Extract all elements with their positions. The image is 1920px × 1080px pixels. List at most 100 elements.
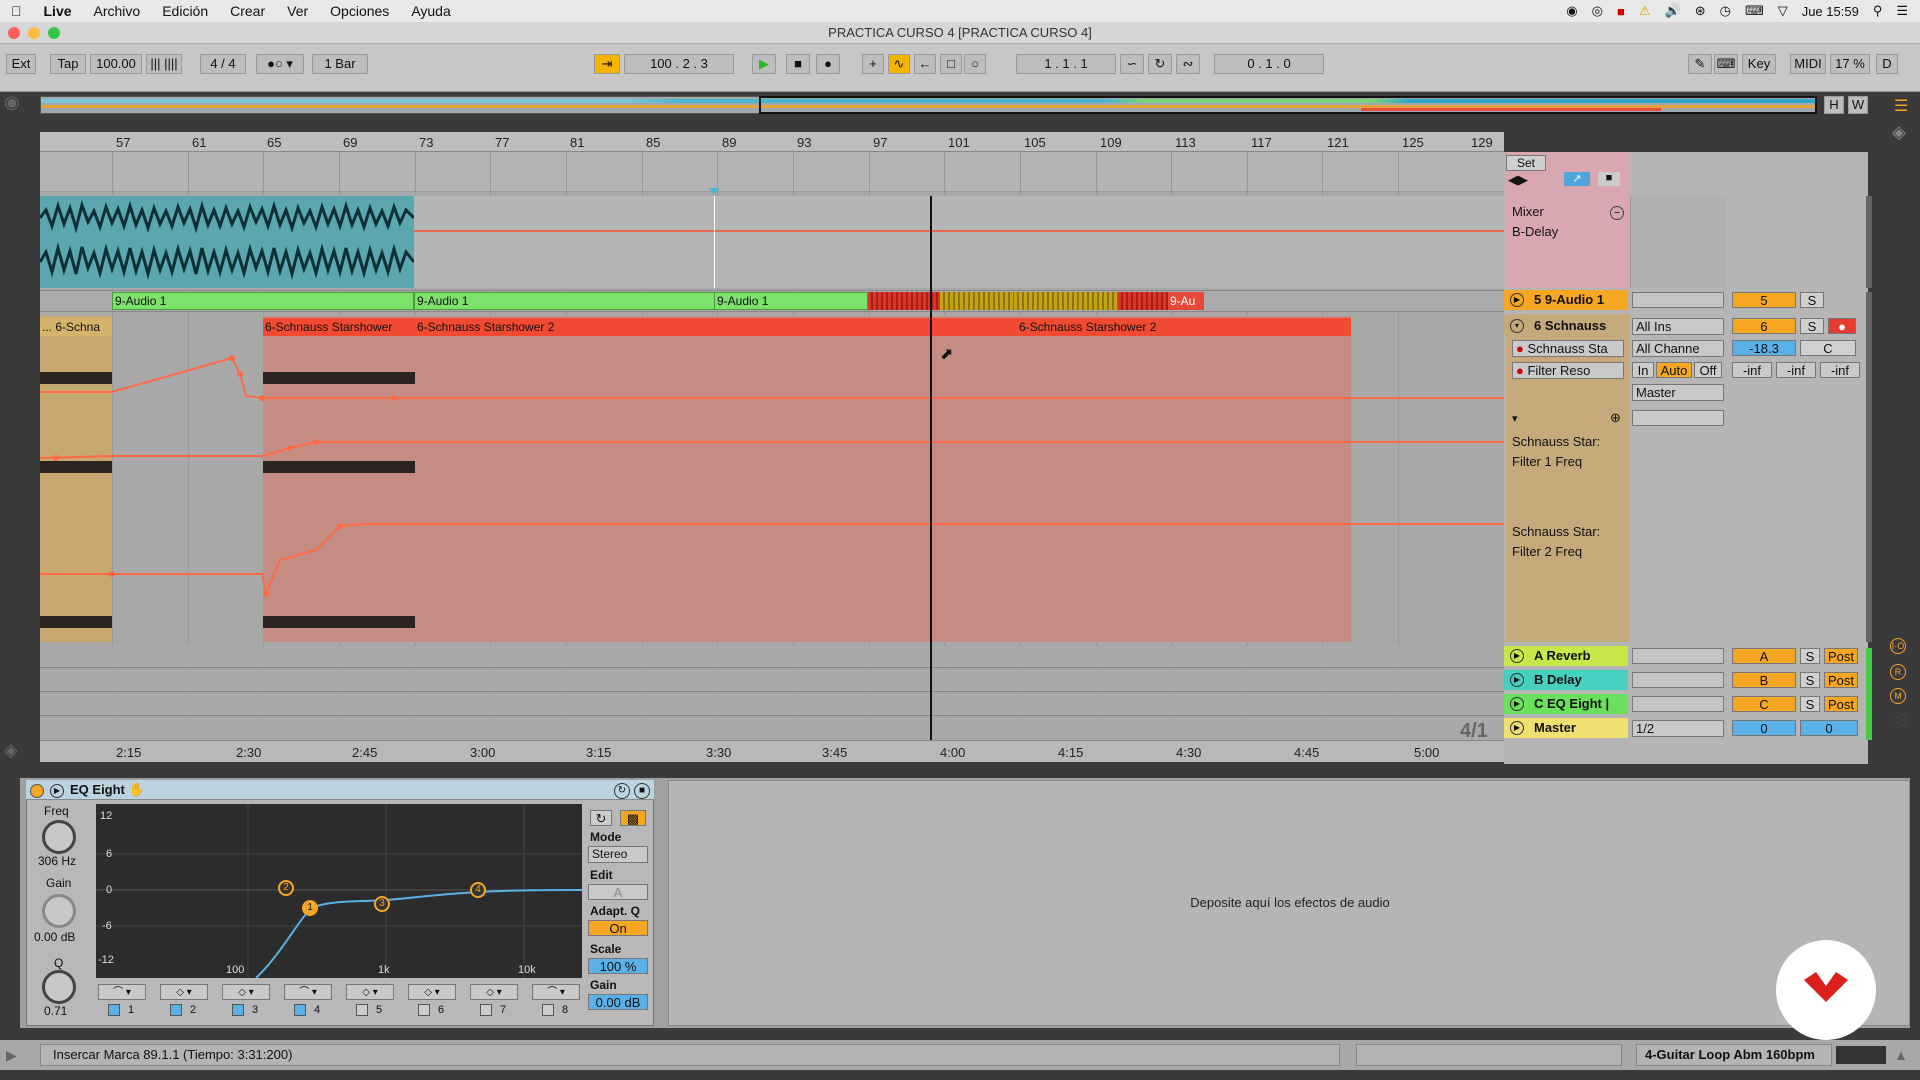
band-7-type[interactable]: ◇ ▾: [470, 984, 518, 1000]
band-1-toggle[interactable]: [108, 1004, 120, 1016]
input-channel-dropdown[interactable]: All Channe: [1632, 340, 1724, 357]
back-to-arrangement-icon[interactable]: ←: [914, 54, 936, 74]
punch-in-icon[interactable]: ∽: [1120, 54, 1144, 74]
search-icon[interactable]: ⚲: [1873, 3, 1883, 19]
menu-app[interactable]: Live: [33, 3, 83, 19]
cue-out-dropdown[interactable]: 1/2: [1632, 720, 1724, 737]
send-c[interactable]: -inf: [1820, 362, 1860, 378]
time-signature-field[interactable]: 4 / 4: [200, 54, 246, 74]
time-machine-icon[interactable]: ◷: [1720, 3, 1731, 19]
track-fold-icon[interactable]: ▾: [1510, 319, 1524, 333]
keyboard-icon[interactable]: ⌨: [1745, 3, 1764, 19]
follow-icon[interactable]: ⇥: [594, 54, 620, 74]
menu-lines-icon[interactable]: ☰: [1894, 96, 1908, 116]
menu-edicion[interactable]: Edición: [151, 3, 219, 19]
menu-ver[interactable]: Ver: [276, 3, 319, 19]
returns-toggle-icon[interactable]: R: [1890, 664, 1906, 680]
mixer-toggle-icon[interactable]: M: [1890, 688, 1906, 704]
insert-marker-icon[interactable]: [709, 188, 719, 195]
device-save-icon[interactable]: ↻: [614, 783, 630, 799]
return-header-b[interactable]: ▶ B Delay: [1504, 670, 1628, 690]
track-5-solo[interactable]: S: [1800, 292, 1824, 308]
track-5-io[interactable]: [1632, 292, 1724, 308]
band-6-type[interactable]: ◇ ▾: [408, 984, 456, 1000]
return-header-a[interactable]: ▶ A Reverb: [1504, 646, 1628, 666]
overdub-icon[interactable]: +: [862, 54, 884, 74]
monitor-auto-button[interactable]: Auto: [1656, 362, 1692, 378]
input-type-dropdown[interactable]: All Ins: [1632, 318, 1724, 335]
gain-knob[interactable]: [42, 894, 76, 928]
punch-out-icon[interactable]: ∾: [1176, 54, 1200, 74]
clip-audio-1[interactable]: 9-Audio 1: [414, 292, 716, 310]
band-4-toggle[interactable]: [294, 1004, 306, 1016]
w-button[interactable]: W: [1848, 96, 1868, 114]
set-button[interactable]: Set: [1506, 155, 1546, 171]
band-7-toggle[interactable]: [480, 1004, 492, 1016]
overview-viewport[interactable]: [759, 96, 1817, 114]
song-position-field[interactable]: 100 . 2 . 3: [624, 54, 734, 74]
metronome-icon[interactable]: ●○ ▾: [256, 54, 304, 74]
effects-drop-zone[interactable]: Deposite aquí los efectos de audio: [668, 780, 1910, 1026]
apple-icon[interactable]: : [0, 3, 33, 19]
quantize-dropdown[interactable]: 1 Bar: [312, 54, 368, 74]
spectrum-icon[interactable]: ▩: [620, 810, 646, 826]
menu-opciones[interactable]: Opciones: [319, 3, 400, 19]
automation-toggle-icon[interactable]: ↗: [1564, 172, 1590, 186]
midi-map-button[interactable]: MIDI: [1790, 54, 1826, 74]
track-activator-icon[interactable]: ▶: [1510, 721, 1524, 735]
band-8-toggle[interactable]: [542, 1004, 554, 1016]
band-6-toggle[interactable]: [418, 1004, 430, 1016]
add-lane-icon[interactable]: ⊕: [1610, 410, 1621, 426]
track-activator-icon[interactable]: ▶: [1510, 649, 1524, 663]
return-a-letter[interactable]: A: [1732, 648, 1796, 664]
eq-title-bar[interactable]: EQ Eight ✋: [26, 780, 654, 800]
eq-band-3-handle[interactable]: 3: [374, 896, 390, 912]
clip-selected-yellow[interactable]: [1014, 292, 1118, 310]
return-lane-a[interactable]: [40, 646, 1504, 668]
track-activator-icon[interactable]: ▶: [1510, 697, 1524, 711]
band-3-toggle[interactable]: [232, 1004, 244, 1016]
track-6-volume[interactable]: -18.3: [1732, 340, 1796, 356]
band-3-type[interactable]: ◇ ▾: [222, 984, 270, 1000]
eq-band-1-handle[interactable]: 1: [302, 900, 318, 916]
return-b-post[interactable]: Post: [1824, 672, 1858, 688]
menu-ayuda[interactable]: Ayuda: [400, 3, 461, 19]
return-a-post[interactable]: Post: [1824, 648, 1858, 664]
bluetooth-icon[interactable]: ⊛: [1695, 3, 1706, 19]
track-header-6[interactable]: ▾ 6 Schnauss: [1504, 316, 1628, 336]
master-volume[interactable]: 0: [1732, 720, 1796, 736]
overview-toggle-icon[interactable]: ◈: [4, 740, 18, 761]
return-c-solo[interactable]: S: [1800, 696, 1820, 712]
band-1-type[interactable]: ⌒ ▾: [98, 984, 146, 1000]
wifi-icon[interactable]: ▽: [1778, 3, 1788, 19]
collapse-icon[interactable]: −: [1610, 206, 1624, 220]
clip-audio-1-short[interactable]: 9-Au: [1168, 292, 1204, 310]
time-ruler[interactable]: 2:15 2:30 2:45 3:00 3:15 3:30 3:45 4:00 …: [40, 740, 1504, 762]
return-b-letter[interactable]: B: [1732, 672, 1796, 688]
clip-audio-1[interactable]: 9-Audio 1: [112, 292, 414, 310]
track-6-solo[interactable]: S: [1800, 318, 1824, 334]
clip-selected-red[interactable]: [1118, 292, 1168, 310]
close-icon[interactable]: [8, 27, 20, 39]
beat-ruler[interactable]: 57 61 65 69 73 77 81 85 89 93 97 101 105…: [40, 132, 1504, 152]
clip-selected-yellow[interactable]: [940, 292, 1014, 310]
freq-knob[interactable]: [42, 820, 76, 854]
lock-icon[interactable]: ■: [1598, 172, 1620, 186]
master-cue-volume[interactable]: 0: [1800, 720, 1858, 736]
band-2-type[interactable]: ◇ ▾: [160, 984, 208, 1000]
play-button[interactable]: ▶: [752, 54, 776, 74]
output-gain-field[interactable]: 0.00 dB: [588, 994, 648, 1010]
return-c-post[interactable]: Post: [1824, 696, 1858, 712]
output-sub-dropdown[interactable]: [1632, 410, 1724, 426]
device-chooser[interactable]: ● Schnauss Sta: [1512, 340, 1624, 357]
warning-icon[interactable]: ⚠: [1639, 3, 1651, 19]
return-lane-c[interactable]: [40, 694, 1504, 716]
output-dropdown[interactable]: Master: [1632, 384, 1724, 401]
record-status-icon[interactable]: ◉: [1566, 3, 1577, 19]
master-header[interactable]: ▶ Master: [1504, 718, 1628, 738]
stop-button[interactable]: ■: [786, 54, 810, 74]
track-6-number[interactable]: 6: [1732, 318, 1796, 334]
track-activator-icon[interactable]: ▶: [1510, 293, 1524, 307]
return-b-solo[interactable]: S: [1800, 672, 1820, 688]
track-5-number[interactable]: 5: [1732, 292, 1796, 308]
